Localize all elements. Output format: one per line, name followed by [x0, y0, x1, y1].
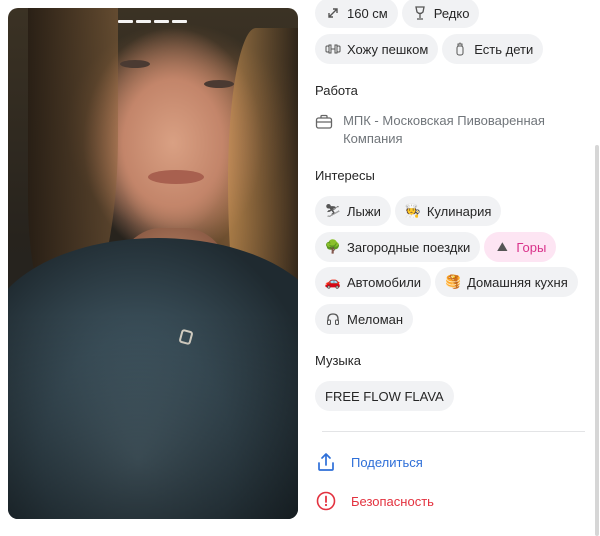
interest-label: Меломан — [347, 311, 404, 327]
baby-bottle-icon — [452, 41, 468, 57]
interests-row-2: 🌳 Загородные поездки ⛰ Горы — [315, 232, 560, 262]
cook-emoji-icon: 🧑‍🍳 — [404, 203, 421, 218]
interest-chip-trips[interactable]: 🌳 Загородные поездки — [315, 232, 481, 262]
sport-value: Хожу пешком — [347, 41, 429, 57]
mountain-emoji-icon: ⛰ — [496, 239, 508, 254]
dumbbell-icon — [325, 41, 341, 57]
headphones-icon — [325, 311, 341, 327]
music-title: Музыка — [315, 353, 361, 368]
interests-row-3: 🚗 Автомобили 🥞 Домашняя кухня — [315, 267, 582, 297]
details-row-2: Хожу пешком Есть дети — [315, 34, 547, 64]
work-title: Работа — [315, 83, 358, 98]
wine-glass-icon — [412, 5, 428, 21]
interests-row-4: Меломан — [315, 304, 417, 334]
music-row: FREE FLOW FLAVA — [315, 381, 458, 411]
warning-circle-icon — [315, 490, 337, 512]
music-artist-chip[interactable]: FREE FLOW FLAVA — [315, 381, 454, 411]
divider — [322, 431, 585, 432]
interest-chip-cars[interactable]: 🚗 Автомобили — [315, 267, 432, 297]
height-chip: 160 см — [315, 0, 398, 28]
drinking-chip: Редко — [401, 0, 480, 28]
interests-title: Интересы — [315, 168, 375, 183]
share-label: Поделиться — [351, 454, 423, 470]
details-row-1: 160 см Редко — [315, 0, 483, 28]
interest-chip-skiing[interactable]: ⛷ Лыжи — [315, 196, 391, 226]
profile-photo[interactable] — [8, 8, 298, 519]
interest-chip-home-cooking[interactable]: 🥞 Домашняя кухня — [435, 267, 578, 297]
scrollbar-thumb[interactable] — [595, 145, 599, 536]
skier-emoji-icon: ⛷ — [324, 203, 342, 218]
pager-dot[interactable] — [136, 20, 151, 23]
safety-button[interactable]: Безопасность — [315, 490, 434, 512]
interest-label: Лыжи — [347, 203, 381, 219]
interest-chip-mountains[interactable]: ⛰ Горы — [484, 232, 557, 262]
pancake-emoji-icon: 🥞 — [444, 274, 462, 289]
pager-dot[interactable] — [172, 20, 187, 23]
children-chip: Есть дети — [442, 34, 544, 64]
share-button[interactable]: Поделиться — [315, 451, 423, 473]
photo-pager — [118, 20, 187, 23]
interest-chip-cooking[interactable]: 🧑‍🍳 Кулинария — [394, 196, 502, 226]
interest-label: Домашняя кухня — [467, 274, 568, 290]
work-item: МПК - Московская Пивоваренная Компания — [315, 112, 585, 148]
children-value: Есть дети — [474, 41, 534, 57]
interest-label: Горы — [516, 239, 547, 255]
height-value: 160 см — [347, 5, 388, 21]
interest-label: Кулинария — [426, 203, 492, 219]
music-artist: FREE FLOW FLAVA — [325, 388, 444, 404]
drinking-value: Редко — [433, 5, 470, 21]
pager-dot[interactable] — [154, 20, 169, 23]
height-icon — [325, 5, 341, 21]
share-icon — [315, 451, 337, 473]
car-emoji-icon: 🚗 — [324, 274, 342, 289]
sport-chip: Хожу пешком — [315, 34, 439, 64]
interest-label: Загородные поездки — [347, 239, 471, 255]
briefcase-icon — [315, 114, 335, 132]
tree-emoji-icon: 🌳 — [324, 239, 342, 254]
work-company: МПК - Московская Пивоваренная Компания — [343, 113, 545, 146]
interest-label: Автомобили — [347, 274, 422, 290]
scrollbar[interactable] — [594, 0, 600, 536]
safety-label: Безопасность — [351, 493, 434, 509]
interests-row-1: ⛷ Лыжи 🧑‍🍳 Кулинария — [315, 196, 505, 226]
interest-chip-music-lover[interactable]: Меломан — [315, 304, 414, 334]
photo-vignette — [8, 8, 298, 519]
pager-dot[interactable] — [118, 20, 133, 23]
